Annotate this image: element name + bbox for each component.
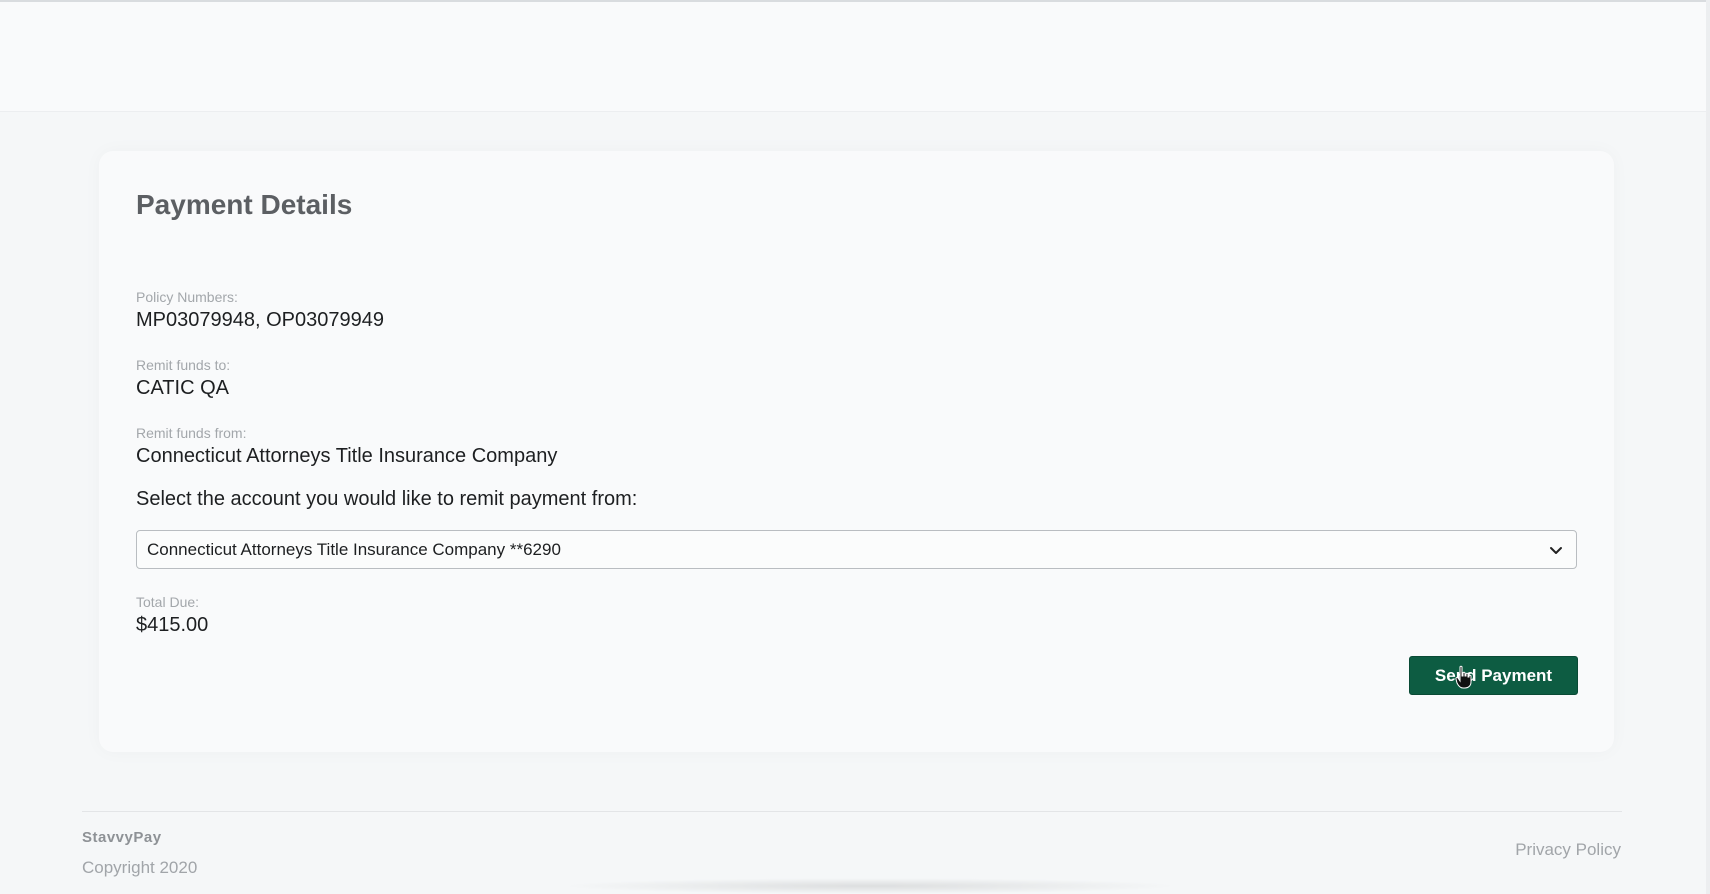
policy-numbers-value: MP03079948, OP03079949 — [136, 309, 384, 331]
total-due-label: Total Due: — [136, 594, 200, 610]
footer-copyright: Copyright 2020 — [82, 858, 198, 877]
account-select[interactable]: Connecticut Attorneys Title Insurance Co… — [136, 530, 1577, 569]
hand-pointer-icon — [1455, 665, 1473, 689]
payment-details-card: Payment Details Policy Numbers: MP030799… — [99, 151, 1614, 752]
privacy-policy-link[interactable]: Privacy Policy — [1515, 840, 1621, 860]
policy-numbers-label: Policy Numbers: — [136, 289, 238, 305]
total-due-value: $415.00 — [136, 614, 209, 636]
footer-divider — [82, 811, 1622, 812]
remit-to-value: CATIC QA — [136, 377, 229, 399]
page: Payment Details Policy Numbers: MP030799… — [0, 0, 1710, 894]
chevron-down-icon — [1548, 542, 1564, 558]
scrollbar-track[interactable] — [1706, 0, 1710, 894]
account-select-value: Connecticut Attorneys Title Insurance Co… — [147, 539, 561, 559]
account-select-prompt: Select the account you would like to rem… — [136, 488, 638, 510]
footer-brand-logo: StavvyPay — [82, 829, 162, 846]
bottom-shadow — [560, 878, 1180, 894]
page-title: Payment Details — [136, 189, 353, 220]
remit-from-value: Connecticut Attorneys Title Insurance Co… — [136, 445, 558, 467]
remit-to-label: Remit funds to: — [136, 357, 231, 373]
remit-from-label: Remit funds from: — [136, 425, 247, 441]
header-bar — [0, 2, 1706, 112]
send-payment-button[interactable]: Send Payment — [1409, 656, 1578, 695]
